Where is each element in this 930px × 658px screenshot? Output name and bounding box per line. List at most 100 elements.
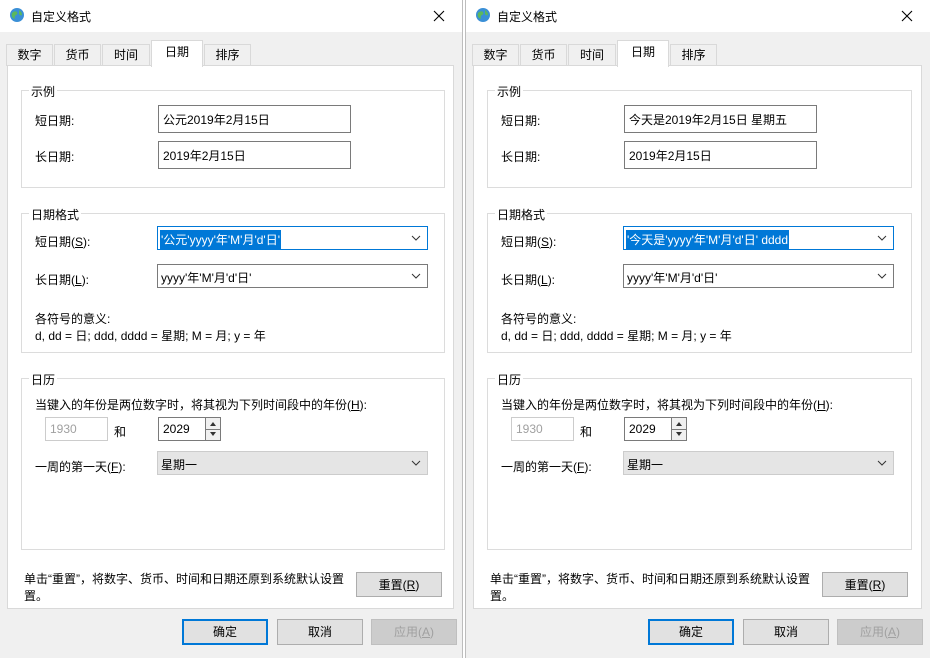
tab-sort[interactable]: 排序 <box>670 44 717 66</box>
example-long-date: 2019年2月15日 <box>624 141 817 169</box>
reset-description-line2: 置。 <box>490 589 515 603</box>
chevron-down-icon <box>411 273 421 279</box>
short-date-format-combo[interactable]: '今天是'yyyy'年'M'月'd'日' dddd <box>623 226 894 250</box>
long-date-format-combo[interactable]: yyyy'年'M'月'd'日' <box>157 264 428 288</box>
first-day-of-week-combo[interactable]: 星期一 <box>623 451 894 475</box>
date-format-group: 日期格式 短日期(S): '今天是'yyyy'年'M'月'd'日' dddd 长… <box>487 206 912 353</box>
symbols-meaning-title: 各符号的意义: <box>501 312 577 326</box>
close-button[interactable] <box>884 0 930 32</box>
example-group-title: 示例 <box>29 83 58 100</box>
close-button[interactable] <box>416 0 462 32</box>
tab-date[interactable]: 日期 <box>151 40 203 67</box>
window-title: 自定义格式 <box>497 10 558 24</box>
symbols-meaning-text: d, dd = 日; ddd, dddd = 星期; M = 月; y = 年 <box>501 329 732 343</box>
example-long-date: 2019年2月15日 <box>158 141 351 169</box>
example-group: 示例 短日期: 公元2019年2月15日 长日期: 2019年2月15日 <box>21 83 445 188</box>
example-short-date: 公元2019年2月15日 <box>158 105 351 133</box>
window-title: 自定义格式 <box>31 10 92 24</box>
calendar-group-title: 日历 <box>495 371 524 388</box>
tab-currency[interactable]: 货币 <box>54 44 101 66</box>
tab-currency[interactable]: 货币 <box>520 44 567 66</box>
reset-description-line1: 单击“重置”，将数字、货币、时间和日期还原到系统默认设置 <box>490 572 810 586</box>
tab-number[interactable]: 数字 <box>472 44 519 66</box>
example-long-label: 长日期: <box>35 150 75 164</box>
example-group: 示例 短日期: 今天是2019年2月15日 星期五 长日期: 2019年2月15… <box>487 83 912 188</box>
from-year-field: 1930 <box>45 417 108 441</box>
tab-time[interactable]: 时间 <box>568 44 616 66</box>
chevron-down-icon <box>877 235 887 241</box>
triangle-down-icon <box>210 432 216 436</box>
long-date-format-label: 长日期(L): <box>35 273 90 287</box>
ok-button[interactable]: 确定 <box>182 619 268 645</box>
example-long-label: 长日期: <box>501 150 541 164</box>
date-format-group-title: 日期格式 <box>29 206 82 223</box>
short-date-format-combo[interactable]: '公元'yyyy'年'M'月'd'日' <box>157 226 428 250</box>
symbols-meaning-text: d, dd = 日; ddd, dddd = 星期; M = 月; y = 年 <box>35 329 266 343</box>
chevron-down-icon <box>877 273 887 279</box>
and-label: 和 <box>580 425 593 439</box>
symbols-meaning-title: 各符号的意义: <box>35 312 111 326</box>
calendar-group: 日历 当键入的年份是两位数字时，将其视为下列时间段中的年份(H): 1930 和… <box>21 371 445 550</box>
tab-sort[interactable]: 排序 <box>204 44 251 66</box>
triangle-up-icon <box>210 422 216 426</box>
triangle-down-icon <box>676 432 682 436</box>
example-group-title: 示例 <box>495 83 524 100</box>
chevron-down-icon <box>411 460 421 466</box>
first-day-of-week-combo[interactable]: 星期一 <box>157 451 428 475</box>
two-digit-year-label: 当键入的年份是两位数字时，将其视为下列时间段中的年份(H): <box>35 398 368 412</box>
long-date-format-combo[interactable]: yyyy'年'M'月'd'日' <box>623 264 894 288</box>
tab-date[interactable]: 日期 <box>617 40 669 67</box>
example-short-date: 今天是2019年2月15日 星期五 <box>624 105 817 133</box>
chevron-down-icon <box>877 460 887 466</box>
date-tab-panel: 示例 短日期: 今天是2019年2月15日 星期五 长日期: 2019年2月15… <box>473 65 922 609</box>
chevron-down-icon <box>411 235 421 241</box>
to-year-field[interactable]: 2029 <box>624 417 672 441</box>
title-bar: 自定义格式 <box>466 0 930 32</box>
globe-icon <box>9 7 25 23</box>
to-year-field[interactable]: 2029 <box>158 417 206 441</box>
spin-down-button[interactable] <box>672 429 686 440</box>
example-short-label: 短日期: <box>501 114 541 128</box>
short-date-format-label: 短日期(S): <box>501 235 557 249</box>
close-icon <box>901 10 913 22</box>
first-day-of-week-label: 一周的第一天(F): <box>35 460 126 474</box>
from-year-field: 1930 <box>511 417 574 441</box>
first-day-of-week-value[interactable]: 星期一 <box>161 456 197 473</box>
reset-description-line2: 置。 <box>24 589 49 603</box>
cancel-button[interactable]: 取消 <box>277 619 363 645</box>
cancel-button[interactable]: 取消 <box>743 619 829 645</box>
title-bar: 自定义格式 <box>0 0 462 32</box>
calendar-group: 日历 当键入的年份是两位数字时，将其视为下列时间段中的年份(H): 1930 和… <box>487 371 912 550</box>
triangle-up-icon <box>676 422 682 426</box>
calendar-group-title: 日历 <box>29 371 58 388</box>
reset-button[interactable]: 重置(R) <box>356 572 442 597</box>
first-day-of-week-label: 一周的第一天(F): <box>501 460 592 474</box>
first-day-of-week-value[interactable]: 星期一 <box>627 456 663 473</box>
spin-down-button[interactable] <box>206 429 220 440</box>
reset-button[interactable]: 重置(R) <box>822 572 908 597</box>
reset-description-line1: 单击“重置”，将数字、货币、时间和日期还原到系统默认设置 <box>24 572 344 586</box>
short-date-format-value[interactable]: '今天是'yyyy'年'M'月'd'日' dddd <box>626 230 790 249</box>
tab-number[interactable]: 数字 <box>6 44 53 66</box>
date-format-group: 日期格式 短日期(S): '公元'yyyy'年'M'月'd'日' 长日期(L):… <box>21 206 445 353</box>
example-short-label: 短日期: <box>35 114 75 128</box>
short-date-format-label: 短日期(S): <box>35 235 91 249</box>
long-date-format-label: 长日期(L): <box>501 273 556 287</box>
year-spinner[interactable] <box>671 417 687 441</box>
long-date-format-value[interactable]: yyyy'年'M'月'd'日' <box>161 269 251 286</box>
long-date-format-value[interactable]: yyyy'年'M'月'd'日' <box>627 269 717 286</box>
apply-button[interactable]: 应用(A) <box>371 619 457 645</box>
year-spinner[interactable] <box>205 417 221 441</box>
custom-format-dialog-right: 自定义格式 数字 货币 时间 日期 排序 示例 短日期: 今天是2019年2月1… <box>465 0 930 658</box>
short-date-format-value[interactable]: '公元'yyyy'年'M'月'd'日' <box>160 230 281 249</box>
apply-button[interactable]: 应用(A) <box>837 619 923 645</box>
close-icon <box>433 10 445 22</box>
two-digit-year-label: 当键入的年份是两位数字时，将其视为下列时间段中的年份(H): <box>501 398 834 412</box>
custom-format-dialog-left: 自定义格式 数字 货币 时间 日期 排序 示例 短日期: 公元2019年2月15… <box>0 0 463 658</box>
date-format-group-title: 日期格式 <box>495 206 548 223</box>
date-tab-panel: 示例 短日期: 公元2019年2月15日 长日期: 2019年2月15日 日期格… <box>7 65 454 609</box>
ok-button[interactable]: 确定 <box>648 619 734 645</box>
tab-time[interactable]: 时间 <box>102 44 150 66</box>
and-label: 和 <box>114 425 127 439</box>
globe-icon <box>475 7 491 23</box>
